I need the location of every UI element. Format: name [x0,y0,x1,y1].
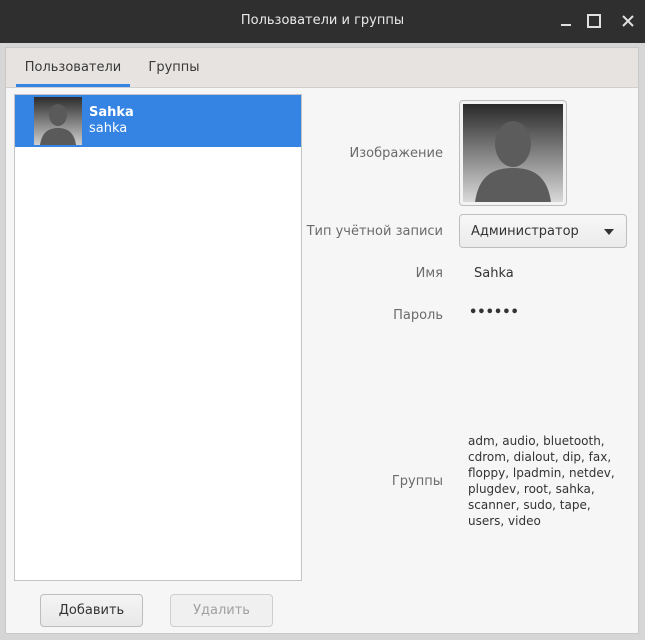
avatar-silhouette-icon [463,104,563,202]
window-title: Пользователи и группы [240,13,405,28]
add-user-button[interactable]: Добавить [40,594,143,627]
chevron-down-icon [604,229,614,235]
list-item[interactable]: Sahka sahka [15,95,301,147]
name-value[interactable]: Sahka [474,266,514,281]
minimize-icon[interactable] [557,12,575,30]
maximize-icon[interactable] [585,12,603,30]
name-label: Имя [415,266,443,281]
groups-value[interactable]: adm, audio, bluetooth, cdrom, dialout, d… [468,433,628,529]
title-bar: Пользователи и группы [0,0,645,43]
avatar-silhouette-icon [34,97,82,145]
account-type-value: Администратор [471,224,579,239]
user-display-name: Sahka [89,105,134,120]
image-label: Изображение [349,146,443,161]
avatar-button[interactable] [459,100,567,206]
tab-strip: Пользователи Группы [6,48,638,88]
password-value[interactable]: •••••• [469,305,519,320]
delete-user-button[interactable]: Удалить [170,594,273,627]
password-label: Пароль [393,308,443,323]
close-icon[interactable] [619,12,637,30]
account-type-label: Тип учётной записи [306,224,443,239]
account-type-dropdown[interactable]: Администратор [459,214,627,248]
tab-groups[interactable]: Группы [142,48,206,87]
window-content: Пользователи Группы Sahka sahka Добавить… [5,47,639,634]
user-login: sahka [89,121,128,136]
tab-users[interactable]: Пользователи [16,48,130,87]
groups-label: Группы [391,474,443,489]
user-list[interactable]: Sahka sahka [14,94,302,581]
